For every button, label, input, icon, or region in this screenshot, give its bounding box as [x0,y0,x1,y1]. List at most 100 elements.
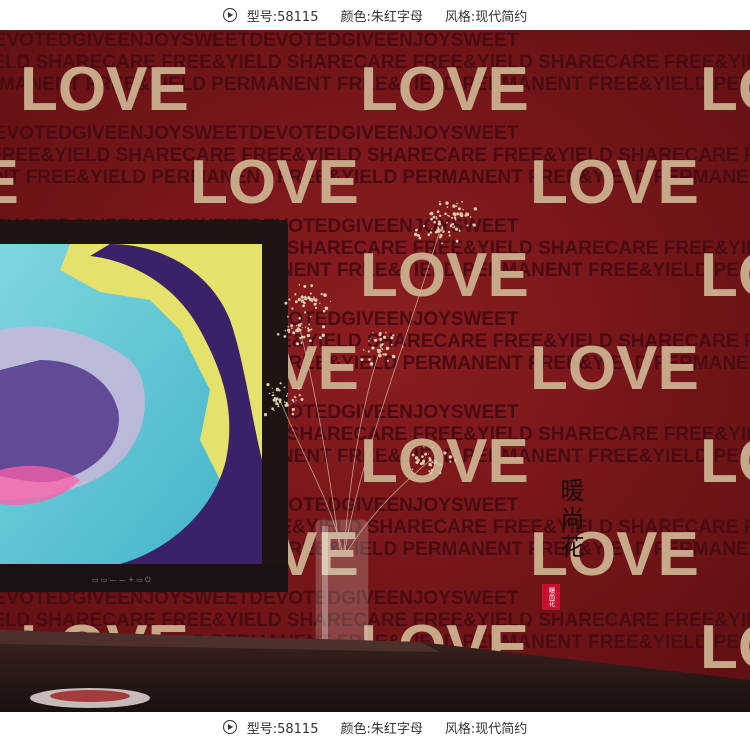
flower-dot [369,362,374,366]
pattern-love-word: LOVE [700,55,750,124]
flower-dot [451,222,455,226]
flower-dot [427,233,431,237]
pattern-love-word: LOVE [360,241,529,310]
flower-dot [286,393,289,395]
flower-dot [436,210,440,213]
flower-dot [446,206,449,208]
flower-dot [418,236,422,240]
info-bar-bottom: 型号:58115 颜色:朱红字母 风格:现代简约 [0,712,750,742]
flower-dot [432,215,436,219]
flower-dot [372,332,374,334]
flower-dot [279,382,282,385]
flower-dot [378,332,382,335]
flower-dot [287,325,290,328]
pattern-love-word: LOVE [700,613,750,682]
flower-dot [385,331,387,334]
flower-dot [263,413,268,417]
flower-dot [290,324,294,328]
flower-dot [283,386,286,389]
flower-dot [422,459,426,463]
flower-dot [381,348,384,350]
flower-dot [291,327,293,330]
flower-dot [430,217,433,221]
flower-dot [370,338,372,340]
flower-dot [300,342,303,345]
flower-dot [309,315,312,318]
flower-dot [287,315,289,318]
flower-dot [428,453,430,455]
flower-dot [291,407,295,412]
flower-dot [271,387,273,389]
flower-dot [415,228,418,232]
flower-dot [284,301,288,305]
flower-dot [273,397,277,400]
flower-dot [438,214,442,217]
flower-dot [438,236,442,239]
flower-dot [439,200,441,203]
play-circle-icon [222,720,237,734]
flower-dot [437,462,439,465]
flower-dot [308,329,311,332]
tv: ▭ ▭ — — + ▭ ⏻ [0,220,288,592]
flower-dot [433,220,436,224]
pattern-love-word: LOVE [530,148,699,217]
flower-dot [438,202,442,206]
flower-dot [288,298,291,301]
flower-dot [277,405,280,408]
flower-dot [456,228,458,231]
flower-dot [284,403,288,407]
flower-dot [362,349,365,351]
flower-dot [455,205,458,208]
flower-dot [454,459,457,462]
flower-dot [283,401,286,403]
flower-dot [469,216,472,218]
flower-dot [428,470,431,473]
flower-dot [320,292,323,296]
flower-dot [257,392,260,394]
flower-dot [453,225,456,228]
flower-dot [414,232,418,237]
flower-dot [304,326,307,328]
flower-dot [313,298,316,301]
flower-dot [431,461,434,464]
flower-dot [433,461,436,465]
pattern-love-word: LOVE [20,55,189,124]
flower-dot [401,345,404,348]
flower-dot [435,217,438,220]
flower-dot [298,317,302,320]
flower-dot [322,309,326,313]
flower-dot [407,463,409,465]
flower-dot [390,336,394,340]
flower-dot [297,387,300,390]
flower-dot [452,204,456,208]
flower-dot [302,304,305,308]
flower-dot [284,329,287,332]
flower-dot [292,400,295,403]
color-label: 颜色:朱红字母 [340,721,423,737]
flower-dot [382,353,385,356]
flower-dot [309,297,312,300]
flower-dot [441,236,443,238]
flower-dot [310,328,313,331]
flower-dot [447,214,449,217]
flower-dot [314,306,318,309]
flower-dot [378,354,382,358]
flower-dot [297,327,299,329]
flower-dot [276,333,280,336]
flower-dot [437,226,439,228]
flower-dot [285,395,288,397]
flower-dot [294,300,298,304]
flower-dot [320,337,322,339]
flower-dot [473,207,477,211]
flower-dot [379,337,383,341]
flower-dot [367,350,370,353]
flower-dot [386,359,389,362]
flower-dot [322,325,326,329]
flower-dot [273,409,275,412]
flower-dot [374,338,378,342]
flower-dot [295,328,299,332]
flower-dot [439,229,441,232]
flower-dot [448,234,451,237]
flower-dot [329,300,332,302]
flower-dot [390,343,393,346]
